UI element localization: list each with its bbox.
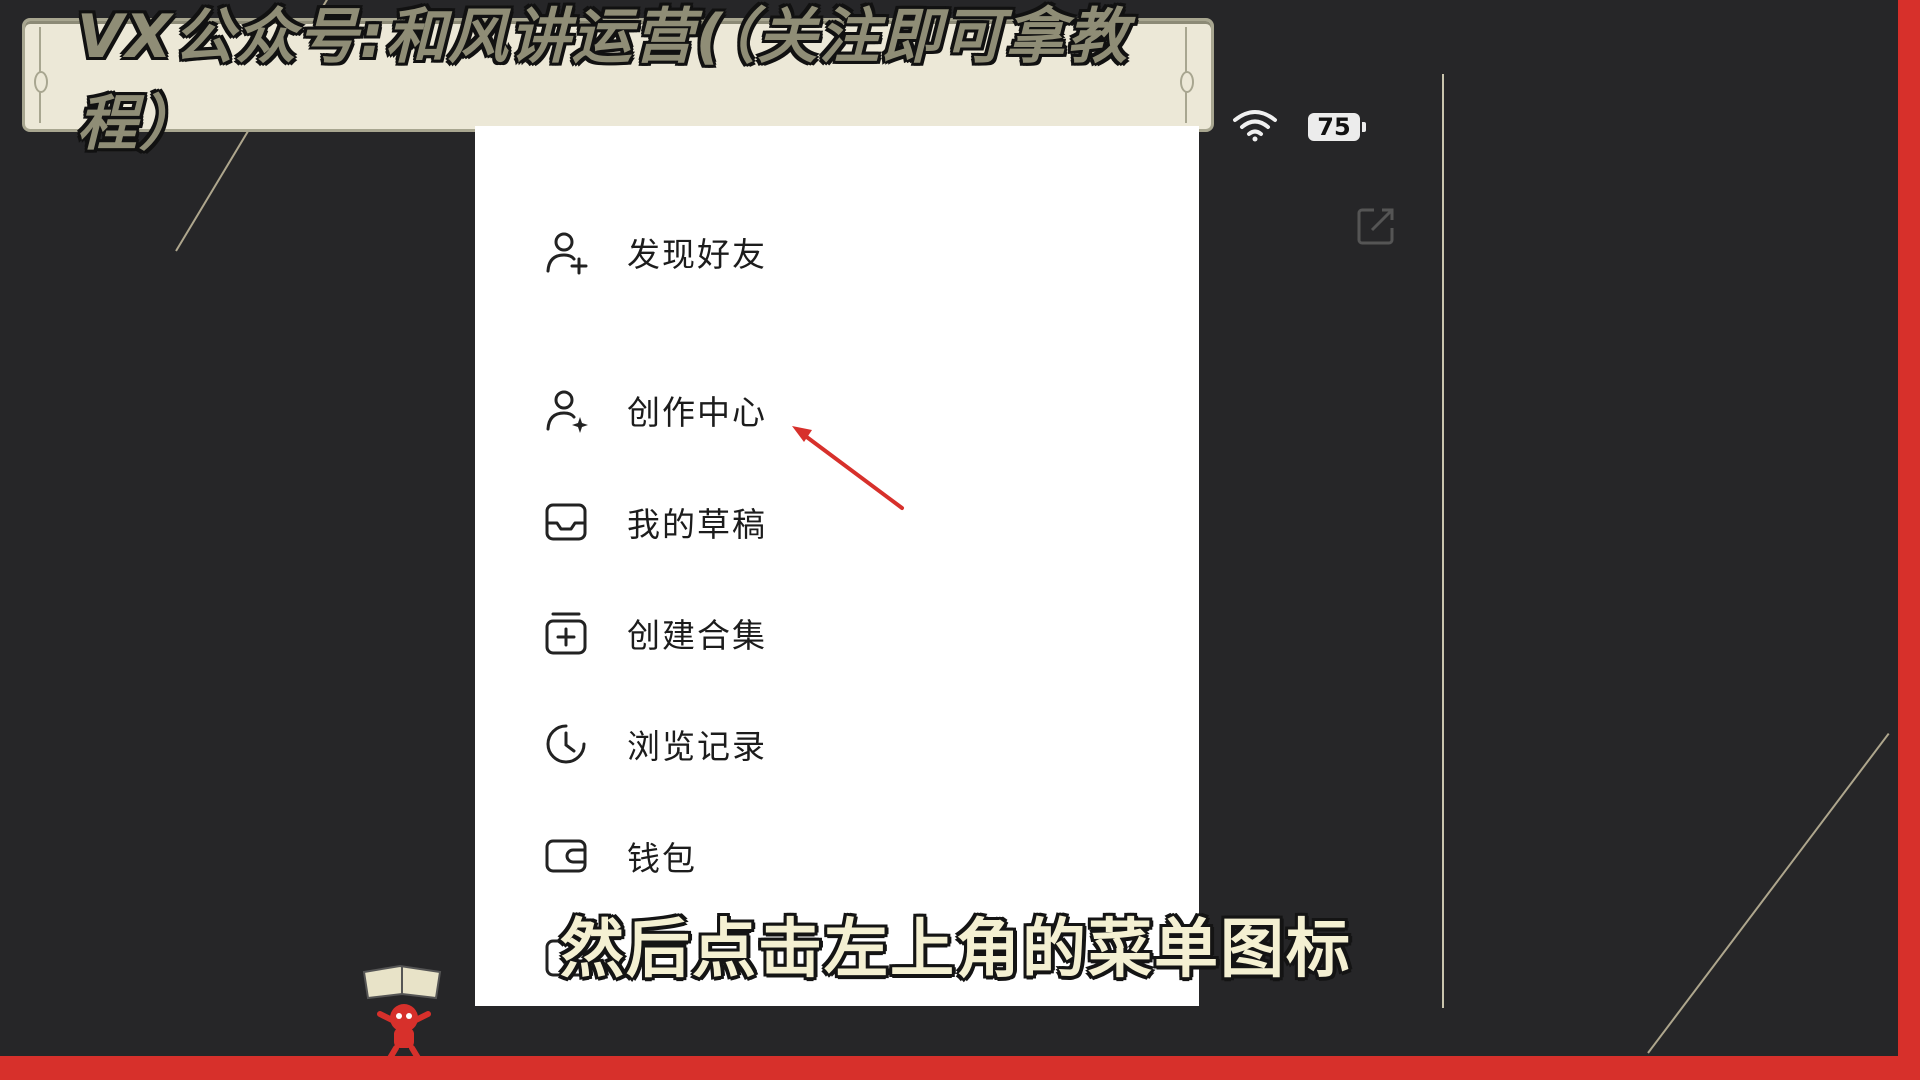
video-subtitle: 然后点击左上角的菜单图标 (560, 913, 1352, 987)
mascot-sticker-icon (360, 964, 450, 1061)
